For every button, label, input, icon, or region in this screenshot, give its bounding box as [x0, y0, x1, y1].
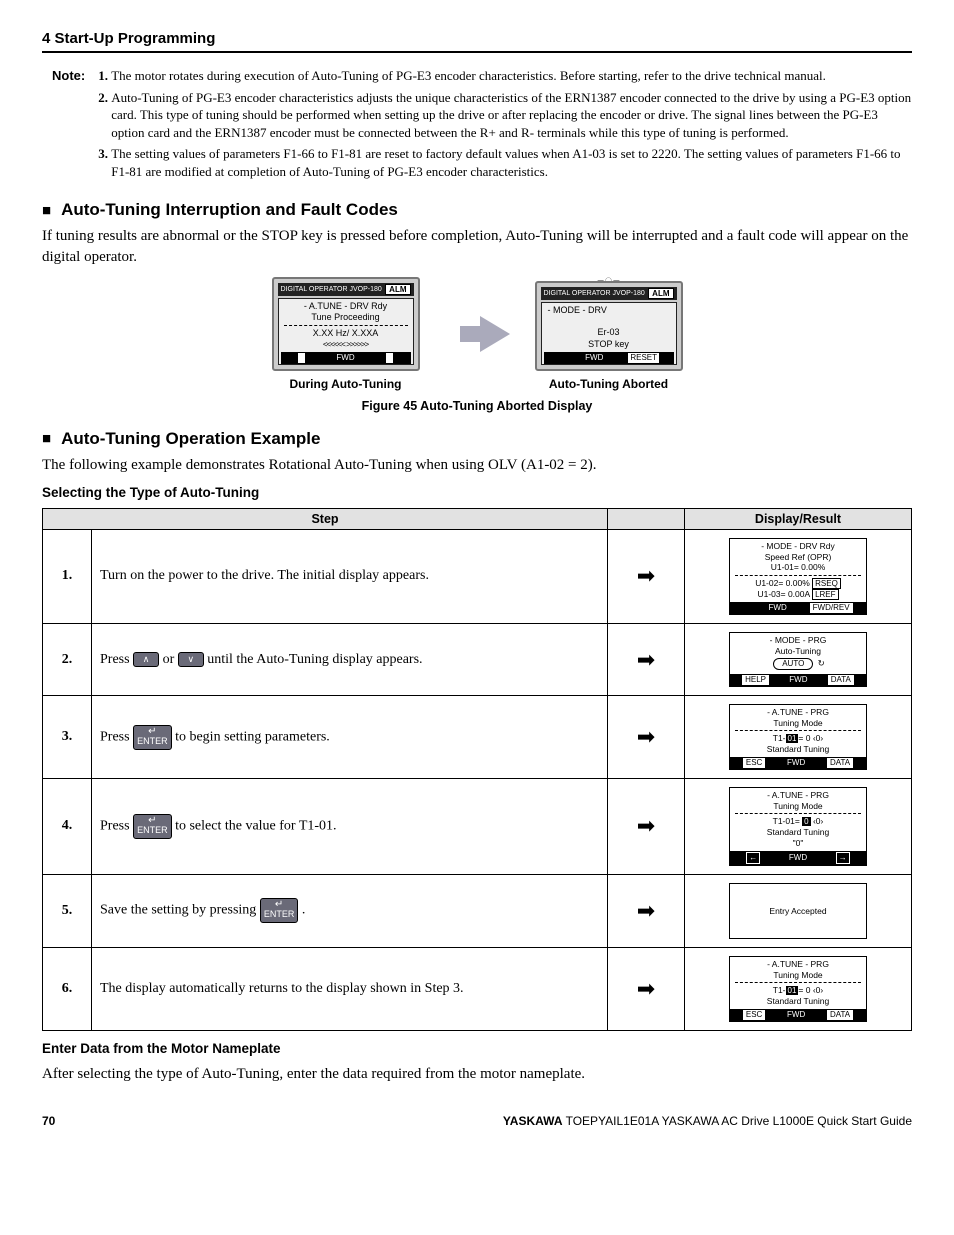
arrow-right-icon: ➡ [608, 779, 685, 875]
display-result: - MODE - DRV Rdy Speed Ref (OPR) U1-01= … [729, 538, 867, 615]
chapter-title: 4 Start-Up Programming [42, 30, 912, 53]
col-step: Step [43, 509, 608, 530]
subsection-title: Selecting the Type of Auto-Tuning [42, 485, 912, 500]
alm-badge: ALM [385, 284, 410, 295]
enter-key-icon: ENTER [260, 898, 299, 923]
step-text: Press ENTER to select the value for T1-0… [92, 779, 608, 875]
note-block: Note: The motor rotates during execution… [42, 67, 912, 184]
display-result: - A.TUNE - PRG Tuning Mode T1-01= 0 ‹0› … [729, 956, 867, 1022]
display-result: Entry Accepted [729, 883, 867, 940]
enter-key-icon: ENTER [133, 725, 172, 750]
note-item: The motor rotates during execution of Au… [111, 67, 912, 85]
figure: DIGITAL OPERATOR JVOP-180ALM - A.TUNE - … [42, 277, 912, 413]
section-text: After selecting the type of Auto-Tuning,… [42, 1064, 912, 1084]
step-text: Press ENTER to begin setting parameters. [92, 696, 608, 779]
note-item: The setting values of parameters F1-66 t… [111, 145, 912, 180]
section-text: The following example demonstrates Rotat… [42, 455, 912, 475]
step-text: Press ∧ or ∨ until the Auto-Tuning displ… [92, 623, 608, 695]
arrow-right-icon: ➡ [608, 530, 685, 624]
steps-table: Step Display/Result 1. Turn on the power… [42, 508, 912, 1031]
step-text: The display automatically returns to the… [92, 948, 608, 1031]
step-text: Save the setting by pressing ENTER . [92, 874, 608, 948]
note-label: Note: [42, 67, 85, 184]
brand-name: YASKAWA [503, 1114, 563, 1128]
table-row: 4. Press ENTER to select the value for T… [43, 779, 912, 875]
arrow-right-icon [480, 316, 510, 352]
table-row: 1. Turn on the power to the drive. The i… [43, 530, 912, 624]
arrow-right-icon: ➡ [608, 948, 685, 1031]
figure-subcaption: During Auto-Tuning [272, 377, 420, 391]
table-row: 5. Save the setting by pressing ENTER . … [43, 874, 912, 948]
col-display: Display/Result [685, 509, 912, 530]
enter-key-icon: ENTER [133, 814, 172, 839]
operator-panel-right: DIGITAL OPERATOR JVOP-180ALM - MODE - DR… [535, 281, 683, 371]
note-item: Auto-Tuning of PG-E3 encoder characteris… [111, 89, 912, 142]
subsection-title: Enter Data from the Motor Nameplate [42, 1041, 912, 1056]
section-title: Auto-Tuning Operation Example [42, 429, 912, 449]
display-result: - A.TUNE - PRG Tuning Mode T1-01= 0 ‹0› … [729, 787, 867, 866]
figure-caption: Figure 45 Auto-Tuning Aborted Display [42, 399, 912, 413]
table-row: 3. Press ENTER to begin setting paramete… [43, 696, 912, 779]
display-result: - A.TUNE - PRG Tuning Mode T1-01= 0 ‹0› … [729, 704, 867, 770]
up-key-icon: ∧ [133, 652, 159, 667]
table-row: 2. Press ∧ or ∨ until the Auto-Tuning di… [43, 623, 912, 695]
alm-badge: ALM [648, 288, 673, 299]
page-number: 70 [42, 1114, 55, 1128]
table-row: 6. The display automatically returns to … [43, 948, 912, 1031]
page-footer: 70 YASKAWA TOEPYAIL1E01A YASKAWA AC Driv… [42, 1114, 912, 1128]
display-result: - MODE - PRG Auto-Tuning AUTO ↻ HELPFWDD… [729, 632, 867, 687]
arrow-right-icon: ➡ [608, 874, 685, 948]
step-text: Turn on the power to the drive. The init… [92, 530, 608, 624]
down-key-icon: ∨ [178, 652, 204, 667]
arrow-right-icon: ➡ [608, 623, 685, 695]
section-title: Auto-Tuning Interruption and Fault Codes [42, 200, 912, 220]
arrow-right-icon: ➡ [608, 696, 685, 779]
section-text: If tuning results are abnormal or the ST… [42, 226, 912, 267]
doc-title: TOEPYAIL1E01A YASKAWA AC Drive L1000E Qu… [562, 1114, 912, 1128]
operator-panel-left: DIGITAL OPERATOR JVOP-180ALM - A.TUNE - … [272, 277, 420, 371]
figure-subcaption: Auto-Tuning Aborted [535, 377, 683, 391]
